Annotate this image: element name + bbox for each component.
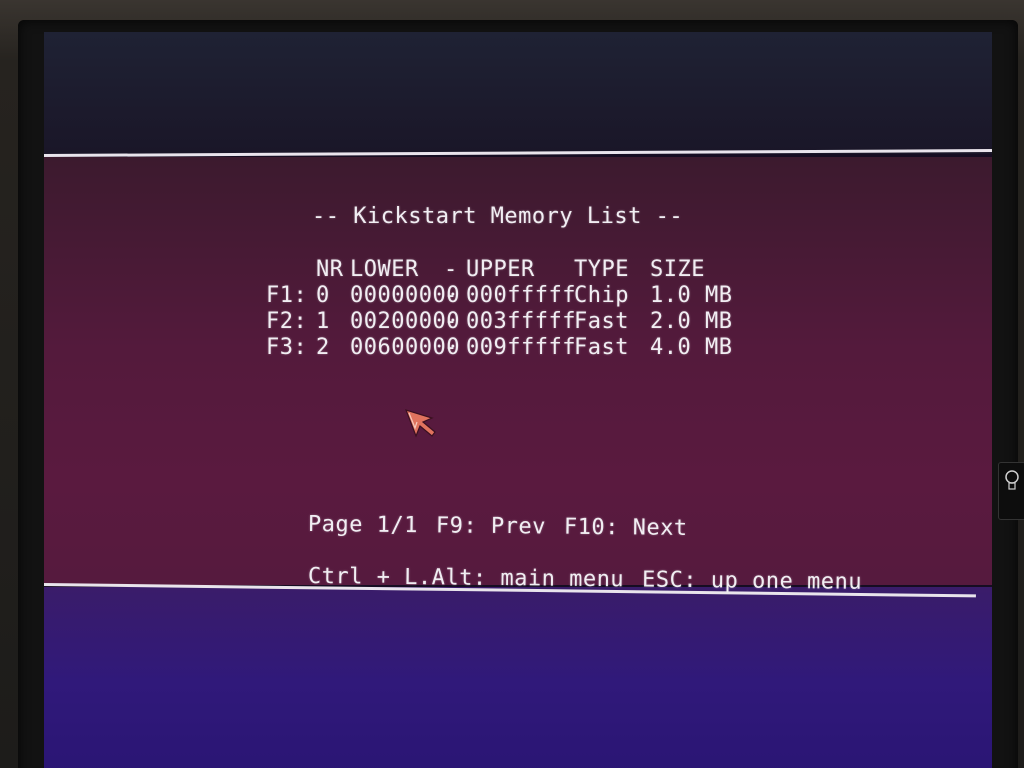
row-hotkey: F2: xyxy=(266,309,308,334)
lightbulb-icon xyxy=(1005,470,1019,490)
row-dash: - xyxy=(444,335,458,360)
mouse-pointer-icon xyxy=(404,409,436,438)
row-dash: - xyxy=(444,283,458,308)
monitor-badge xyxy=(998,462,1024,520)
header-type: TYPE xyxy=(574,257,629,282)
main-menu-key[interactable]: Ctrl + L.Alt: main menu xyxy=(308,564,624,592)
up-menu-key[interactable]: ESC: up one menu xyxy=(642,567,862,594)
row-hotkey: F1: xyxy=(266,283,308,308)
header-upper: UPPER xyxy=(466,257,535,282)
row-size: 1.0 MB xyxy=(650,283,733,308)
row-nr: 2 xyxy=(316,335,330,360)
page-indicator: Page 1/1 xyxy=(307,512,419,539)
row-dash: - xyxy=(444,309,458,334)
row-upper: 000fffff xyxy=(466,283,576,308)
page-title: -- Kickstart Memory List -- xyxy=(312,204,684,229)
amiga-screen: -- Kickstart Memory List -- NR LOWER - U… xyxy=(44,32,992,768)
monitor-photo: -- Kickstart Memory List -- NR LOWER - U… xyxy=(0,0,1024,768)
row-type: Fast xyxy=(574,309,629,334)
header-size: SIZE xyxy=(650,257,705,282)
row-size: 4.0 MB xyxy=(650,335,733,360)
screen-bottom-band xyxy=(44,587,992,768)
header-dash: - xyxy=(444,257,458,282)
screen-top-band xyxy=(44,32,992,154)
row-nr: 1 xyxy=(316,309,330,334)
row-upper: 003fffff xyxy=(466,309,576,334)
prev-page-key[interactable]: F9: Prev xyxy=(436,513,546,539)
row-nr: 0 xyxy=(316,283,330,308)
row-type: Fast xyxy=(574,335,629,360)
row-upper: 009fffff xyxy=(466,335,576,360)
header-lower: LOWER xyxy=(350,257,419,282)
header-nr: NR xyxy=(316,257,344,282)
next-page-key[interactable]: F10: Next xyxy=(564,515,688,541)
row-hotkey: F3: xyxy=(266,335,308,360)
row-type: Chip xyxy=(574,283,629,308)
row-size: 2.0 MB xyxy=(650,309,733,334)
pagination-bar: Page 1/1 F9: Prev F10: Next xyxy=(308,512,688,541)
